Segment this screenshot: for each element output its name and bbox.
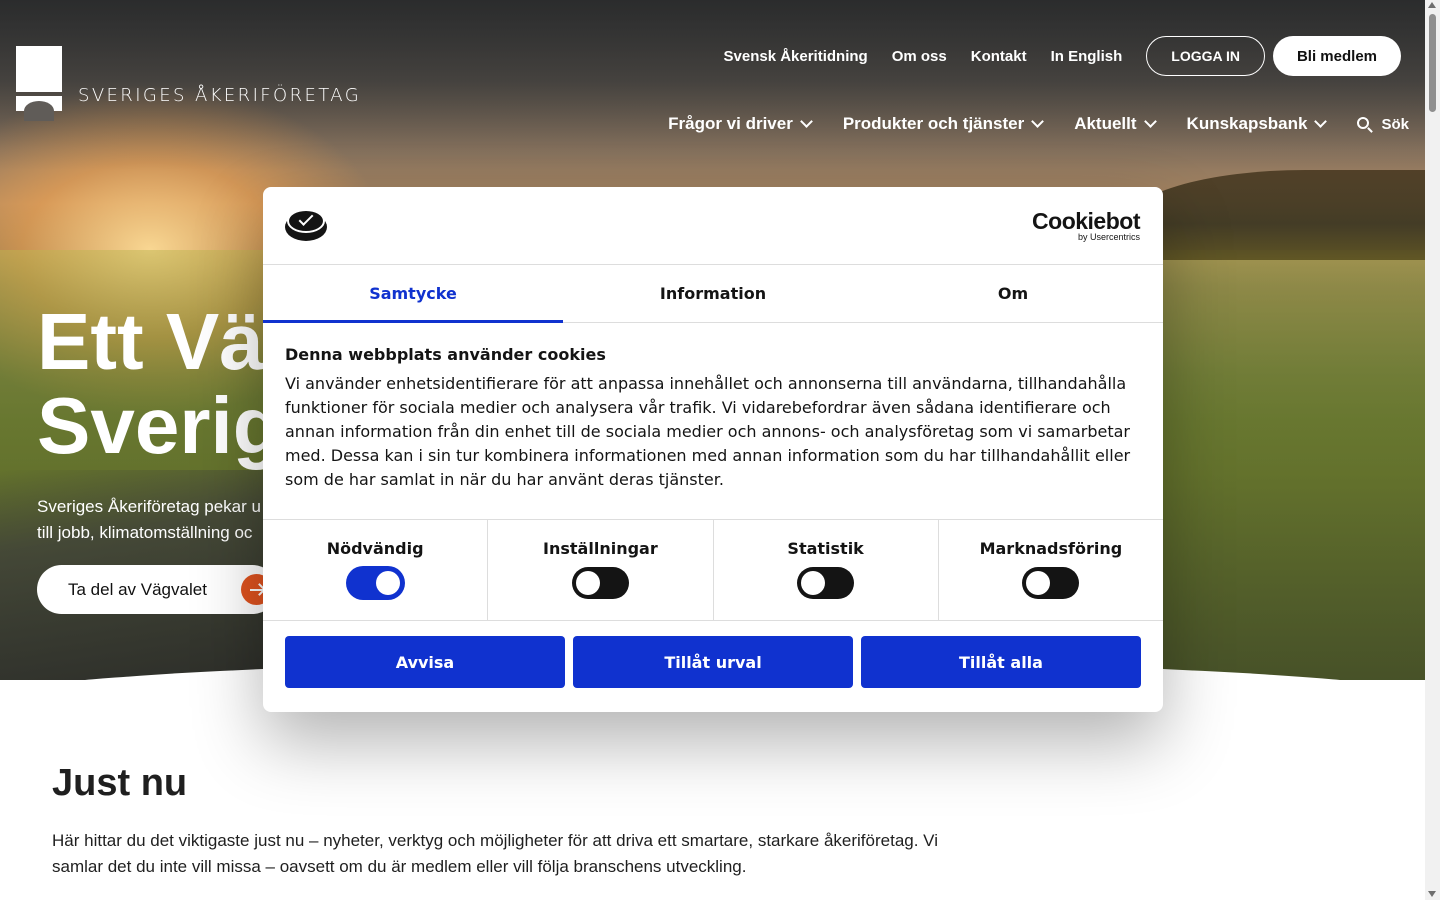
top-links: Svensk Åkeritidning Om oss Kontakt In En…: [724, 36, 1401, 76]
toplink-om-oss[interactable]: Om oss: [892, 48, 947, 65]
toggle-marknadsforing[interactable]: [1022, 567, 1080, 599]
nav-aktuellt[interactable]: Aktuellt: [1074, 114, 1157, 134]
toplink-kontakt[interactable]: Kontakt: [971, 48, 1027, 65]
dialog-tabs: Samtycke Information Om: [263, 265, 1163, 323]
toggle-nodvandig[interactable]: [346, 567, 404, 599]
search-label: Sök: [1381, 115, 1409, 133]
tab-samtycke[interactable]: Samtycke: [263, 265, 563, 323]
scroll-up-icon[interactable]: [1428, 2, 1436, 8]
hero-title-line1: Ett Vä: [37, 297, 264, 386]
nav-produkter-och-tjanster[interactable]: Produkter och tjänster: [842, 114, 1045, 134]
allow-all-button[interactable]: Tillåt alla: [861, 636, 1141, 688]
toggle-group-marknadsforing: Marknadsföring: [939, 520, 1163, 620]
hero-subtitle-line1: Sveriges Åkeriföretag pekar u: [37, 497, 261, 516]
logo-text: SVERIGES ÅKERIFÖRETAG: [78, 85, 362, 106]
chevron-down-icon: [1143, 115, 1157, 128]
tab-om[interactable]: Om: [863, 265, 1163, 322]
dialog-heading: Denna webbplats använder cookies: [285, 345, 606, 364]
search-icon: [1357, 116, 1370, 129]
cookiebot-brand: Cookiebot by Usercentrics: [1032, 209, 1140, 242]
toggle-group-statistik: Statistik: [714, 520, 939, 620]
toggle-label: Marknadsföring: [979, 539, 1123, 558]
site-logo[interactable]: SVERIGES ÅKERIFÖRETAG: [16, 46, 362, 121]
scroll-down-icon[interactable]: [1428, 891, 1436, 897]
cookiebot-logo-icon: [285, 209, 327, 241]
logo-mark-icon: [16, 46, 62, 121]
toggle-label: Nödvändig: [326, 539, 424, 558]
hero-title-line2: Sverig: [37, 381, 282, 470]
toplink-in-english[interactable]: In English: [1051, 48, 1123, 65]
justnu-intro: Här hittar du det viktigaste just nu – n…: [52, 831, 938, 876]
toggle-group-nodvandig: Nödvändig: [263, 520, 489, 620]
nav-label: Frågor vi driver: [668, 114, 793, 133]
nav-label: Produkter och tjänster: [842, 114, 1025, 133]
main-nav: Frågor vi driver Produkter och tjänster …: [668, 114, 1409, 134]
hero-subtitle: Sveriges Åkeriföretag pekar u till jobb,…: [37, 494, 261, 546]
consent-toggles: Nödvändig Inställningar Statistik Markna…: [263, 520, 1163, 621]
chevron-down-icon: [1314, 115, 1328, 128]
dialog-actions: Avvisa Tillåt urval Tillåt alla: [263, 621, 1163, 688]
toggle-label: Statistik: [787, 539, 864, 558]
chevron-down-icon: [799, 115, 813, 128]
scrollbar-thumb[interactable]: [1429, 14, 1436, 112]
toggle-group-installningar: Inställningar: [488, 520, 714, 620]
toggle-installningar[interactable]: [571, 567, 629, 599]
page-scrollbar[interactable]: [1425, 0, 1440, 900]
justnu-heading: Just nu: [52, 762, 188, 804]
nav-kunskapsbank[interactable]: Kunskapsbank: [1186, 114, 1328, 134]
cookie-consent-dialog: Cookiebot by Usercentrics Samtycke Infor…: [263, 187, 1163, 712]
nav-label: Aktuellt: [1074, 114, 1137, 133]
reject-button[interactable]: Avvisa: [285, 636, 565, 688]
toggle-label: Inställningar: [543, 539, 658, 558]
search-button[interactable]: Sök: [1357, 116, 1409, 133]
hero-subtitle-line2: till jobb, klimatomställning oc: [37, 523, 253, 542]
login-button[interactable]: LOGGA IN: [1146, 36, 1265, 76]
dialog-header: Cookiebot by Usercentrics: [263, 187, 1163, 265]
hero-title: Ett Vä Sverig: [37, 300, 282, 468]
brand-name: Cookiebot: [1032, 208, 1140, 234]
cta-label: Ta del av Vägvalet: [68, 579, 207, 599]
become-member-button[interactable]: Bli medlem: [1272, 36, 1401, 76]
tab-information[interactable]: Information: [563, 265, 863, 322]
nav-fragor-vi-driver[interactable]: Frågor vi driver: [668, 114, 813, 134]
allow-selection-button[interactable]: Tillåt urval: [573, 636, 853, 688]
vagvalet-cta-button[interactable]: Ta del av Vägvalet: [37, 565, 277, 614]
chevron-down-icon: [1031, 115, 1045, 128]
nav-label: Kunskapsbank: [1186, 114, 1308, 133]
dialog-description: Vi använder enhetsidentifierare för att …: [285, 374, 1131, 489]
dialog-body: Denna webbplats använder cookies Vi anvä…: [263, 323, 1163, 520]
toggle-statistik[interactable]: [797, 567, 855, 599]
toplink-akeritidning[interactable]: Svensk Åkeritidning: [724, 48, 868, 65]
